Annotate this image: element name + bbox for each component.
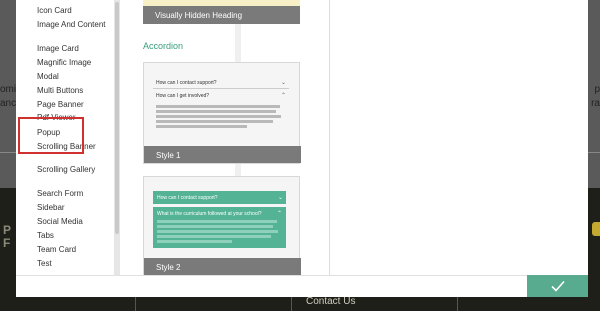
background-fragment: omi — [0, 84, 17, 95]
list-item[interactable]: Tabs — [37, 231, 112, 241]
accordion-preview-style-1: How can I contact support? ⌄ How can I g… — [153, 76, 289, 130]
list-item[interactable]: Magnific Image — [37, 58, 112, 68]
chevron-down-icon: ⌄ — [277, 195, 283, 201]
list-item[interactable]: Scrolling Gallery — [37, 165, 112, 175]
accordion-question-wrapper: What is the curriculum followed at your … — [157, 211, 282, 220]
background-heading-fragment: F — [3, 236, 11, 250]
card-label: Style 1 — [156, 151, 181, 160]
list-item[interactable]: Modal — [37, 72, 112, 82]
background-accent-tab — [592, 222, 600, 236]
list-item[interactable]: Sidebar — [37, 203, 112, 213]
accordion-question: How can I contact support? — [156, 80, 217, 86]
confirm-button[interactable] — [527, 275, 588, 297]
accordion-body-text — [153, 102, 289, 128]
background-fragment: ra — [591, 98, 600, 109]
card-footer: Style 1 — [144, 146, 301, 163]
accordion-item: How can I contact support? ⌄ — [153, 191, 286, 204]
accordion-preview-style-2: How can I contact support? ⌄ What is the… — [153, 191, 286, 248]
section-title: Accordion — [143, 41, 184, 51]
list-item[interactable]: Icon Card — [37, 6, 112, 16]
list-item[interactable]: Test — [37, 259, 112, 269]
accordion-question: How can I contact support? — [157, 195, 218, 201]
chevron-down-icon: ⌄ — [280, 80, 286, 86]
list-item[interactable]: Search Form — [37, 189, 112, 199]
list-item[interactable]: Team Card — [37, 245, 112, 255]
list-item[interactable]: Social Media — [37, 217, 112, 227]
modal-footer — [16, 275, 588, 297]
accordion-item-open: How can I get involved? ⌃ — [153, 89, 289, 102]
background-heading-fragment: P — [3, 223, 12, 237]
list-item[interactable]: Image Card — [37, 44, 112, 54]
card-label: Style 2 — [156, 263, 181, 272]
list-item[interactable]: Image And Content — [37, 20, 112, 30]
accordion-item: How can I contact support? ⌄ — [153, 76, 289, 89]
card-preview-strip — [143, 0, 300, 6]
preview-card-hidden-heading[interactable]: Visually Hidden Heading — [143, 0, 300, 24]
scrollbar-thumb[interactable] — [115, 2, 119, 234]
chevron-up-icon: ⌃ — [276, 211, 282, 217]
card-caption: Visually Hidden Heading — [155, 11, 243, 20]
list-item[interactable]: Multi Buttons — [37, 86, 112, 96]
selection-highlight — [18, 117, 84, 154]
accordion-question: How can I get involved? — [156, 93, 210, 99]
checkmark-icon — [550, 280, 565, 292]
chevron-up-icon: ⌃ — [280, 93, 286, 99]
card-footer: Style 2 — [144, 258, 301, 275]
background-fragment: p — [594, 84, 600, 95]
list-item[interactable]: Page Banner — [37, 100, 112, 110]
accordion-question: What is the curriculum followed at your … — [157, 211, 262, 217]
accordion-item-open: What is the curriculum followed at your … — [153, 207, 286, 248]
contact-us-link[interactable]: Contact Us — [306, 296, 355, 307]
background-fragment: anc — [0, 98, 17, 109]
